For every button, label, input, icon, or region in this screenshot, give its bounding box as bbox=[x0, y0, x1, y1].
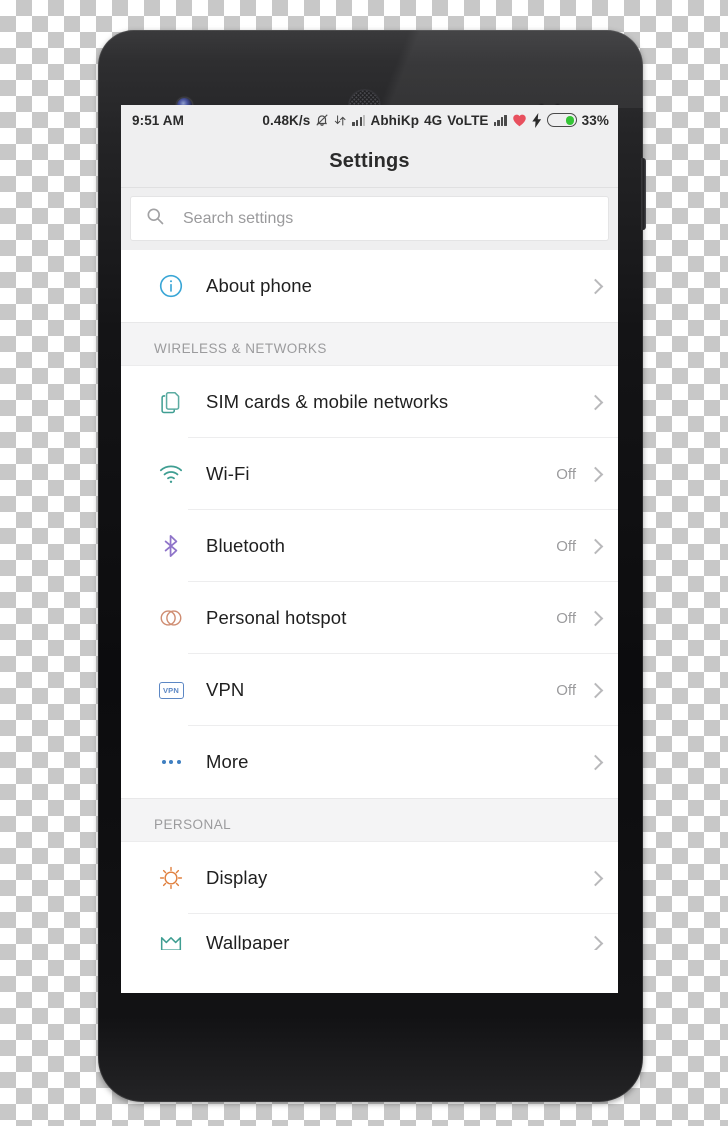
silent-bell-icon bbox=[315, 113, 329, 127]
settings-row-label: VPN bbox=[206, 679, 245, 700]
chevron-right-icon bbox=[587, 538, 604, 554]
lightning-bolt-icon bbox=[531, 112, 542, 128]
screenshot-canvas: 9:51 AM 0.48K/s AbhiKp 4G VoLTE 33% Sett… bbox=[0, 0, 728, 1126]
power-button[interactable] bbox=[641, 158, 646, 230]
network-type: 4G bbox=[424, 112, 443, 128]
info-circle-icon bbox=[154, 273, 188, 299]
status-time: 9:51 AM bbox=[132, 112, 184, 128]
settings-row-more[interactable]: More bbox=[121, 726, 618, 798]
settings-row-sim-cards[interactable]: SIM cards & mobile networks bbox=[121, 366, 618, 438]
data-transfer-icon bbox=[334, 114, 347, 127]
app-title-bar: Settings bbox=[121, 135, 618, 188]
settings-row-value: Off bbox=[556, 609, 576, 627]
battery-percent: 33% bbox=[581, 112, 609, 128]
settings-row-value: Off bbox=[556, 537, 576, 555]
hotspot-icon bbox=[154, 605, 188, 631]
phone-device: 9:51 AM 0.48K/s AbhiKp 4G VoLTE 33% Sett… bbox=[98, 30, 646, 1102]
vpn-badge-label: VPN bbox=[158, 681, 184, 699]
page-title: Settings bbox=[329, 149, 410, 172]
chevron-right-icon bbox=[587, 394, 604, 410]
settings-row-label: Wi-Fi bbox=[206, 463, 250, 484]
network-speed: 0.48K/s bbox=[262, 112, 311, 128]
status-icons: 0.48K/s AbhiKp 4G VoLTE 33% bbox=[262, 112, 609, 128]
battery-icon bbox=[546, 113, 577, 127]
settings-row-label: Display bbox=[206, 867, 268, 888]
settings-row-wallpaper[interactable]: Wallpaper bbox=[121, 914, 618, 950]
chevron-right-icon bbox=[587, 278, 604, 294]
vpn-icon: VPN bbox=[154, 681, 188, 699]
settings-row-value: Off bbox=[556, 681, 576, 699]
bluetooth-icon bbox=[154, 533, 188, 559]
search-icon bbox=[145, 206, 165, 231]
more-dots-icon bbox=[154, 760, 188, 764]
chevron-right-icon bbox=[587, 928, 604, 950]
search-bar-container bbox=[121, 188, 618, 250]
section-header-personal: PERSONAL bbox=[121, 798, 618, 842]
sim-cards-icon bbox=[154, 389, 188, 415]
settings-row-vpn[interactable]: VPN VPN Off bbox=[121, 654, 618, 726]
chevron-right-icon bbox=[587, 754, 604, 770]
settings-group-about: About phone bbox=[121, 250, 618, 322]
settings-row-label: SIM cards & mobile networks bbox=[206, 391, 449, 412]
settings-list: About phone WIRELESS & NETWORKS SIM card… bbox=[121, 250, 618, 950]
signal-bars-icon-2 bbox=[493, 114, 507, 126]
volte-indicator: VoLTE bbox=[447, 112, 489, 128]
carrier-name: AbhiKp bbox=[370, 112, 420, 128]
settings-row-label: Bluetooth bbox=[206, 535, 286, 556]
settings-row-label: About phone bbox=[206, 275, 313, 296]
settings-row-wifi[interactable]: Wi-Fi Off bbox=[121, 438, 618, 510]
chevron-right-icon bbox=[587, 682, 604, 698]
settings-row-label: Wallpaper bbox=[206, 932, 290, 950]
wallpaper-icon bbox=[154, 928, 188, 950]
display-sun-icon bbox=[154, 865, 188, 891]
settings-group-personal: Display Wallpaper bbox=[121, 842, 618, 950]
section-header-wireless: WIRELESS & NETWORKS bbox=[121, 322, 618, 366]
settings-row-label: Personal hotspot bbox=[206, 607, 347, 628]
heart-icon bbox=[512, 113, 527, 127]
wifi-icon bbox=[154, 461, 188, 487]
settings-row-bluetooth[interactable]: Bluetooth Off bbox=[121, 510, 618, 582]
settings-row-personal-hotspot[interactable]: Personal hotspot Off bbox=[121, 582, 618, 654]
search-input[interactable] bbox=[181, 208, 594, 229]
chevron-right-icon bbox=[587, 610, 604, 626]
status-bar: 9:51 AM 0.48K/s AbhiKp 4G VoLTE 33% bbox=[121, 105, 618, 135]
settings-group-wireless: SIM cards & mobile networks Wi-Fi Off Bl… bbox=[121, 366, 618, 798]
settings-row-display[interactable]: Display bbox=[121, 842, 618, 914]
chevron-right-icon bbox=[587, 870, 604, 886]
battery-fill bbox=[565, 115, 575, 125]
chevron-right-icon bbox=[587, 466, 604, 482]
settings-row-about-phone[interactable]: About phone bbox=[121, 250, 618, 322]
phone-screen: 9:51 AM 0.48K/s AbhiKp 4G VoLTE 33% Sett… bbox=[121, 105, 618, 993]
signal-bars-icon bbox=[352, 114, 366, 126]
search-box[interactable] bbox=[130, 196, 609, 241]
settings-row-label: More bbox=[206, 751, 249, 772]
settings-row-value: Off bbox=[556, 465, 576, 483]
